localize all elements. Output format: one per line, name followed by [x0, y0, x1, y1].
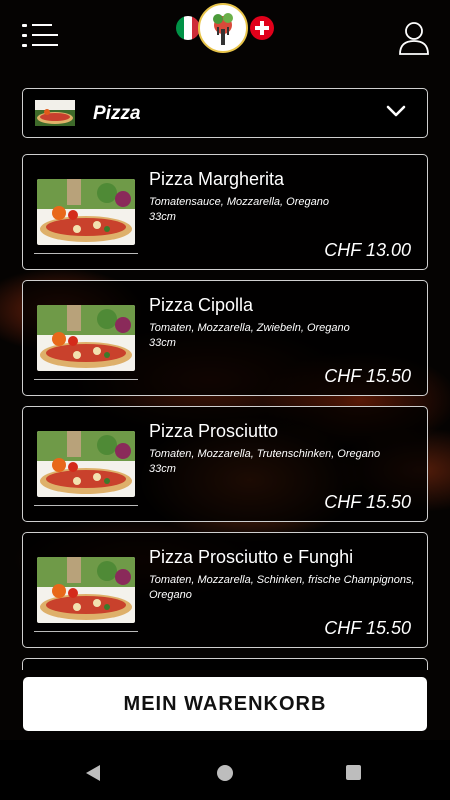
product-size: 33cm	[149, 337, 176, 349]
product-image	[37, 431, 135, 497]
product-price: CHF 15.50	[324, 618, 411, 638]
product-name: Pizza Margherita	[149, 169, 285, 189]
category-label: Pizza	[93, 103, 141, 124]
product-description: Tomaten, Mozzarella, Schinken, frische C…	[149, 573, 417, 603]
chevron-down-icon[interactable]	[386, 104, 406, 118]
category-dropdown[interactable]: Pizza	[22, 88, 428, 138]
product-description: Tomaten, Mozzarella, Zwiebeln, Oregano 33…	[149, 321, 417, 351]
product-price: CHF 13.00	[324, 240, 411, 260]
product-price: CHF 15.50	[324, 366, 411, 386]
switzerland-flag-icon[interactable]	[250, 16, 274, 40]
pizza-thumbnail-icon	[35, 100, 75, 126]
user-icon[interactable]	[398, 20, 430, 56]
home-circle-icon[interactable]	[217, 765, 233, 781]
product-card[interactable]: Pizza Cipolla Tomaten, Mozzarella, Zwiebe…	[22, 280, 428, 396]
product-price: CHF 15.50	[324, 492, 411, 512]
product-description: Tomaten, Mozzarella, Trutenschinken, Ore…	[149, 447, 417, 477]
product-card[interactable]: Pizza Prosciutto e Funghi Tomaten, Mozzar…	[22, 532, 428, 648]
product-name: Pizza Prosciutto e Funghi	[149, 547, 354, 567]
system-navigation-bar	[0, 740, 450, 800]
restaurant-logo-icon	[198, 3, 248, 53]
product-ingredients: Tomaten, Mozzarella, Trutenschinken, Ore…	[149, 448, 381, 460]
product-name: Pizza Prosciutto	[149, 421, 279, 441]
product-image	[37, 179, 135, 245]
cart-button[interactable]: MEIN WARENKORB	[23, 677, 427, 731]
back-triangle-icon[interactable]	[86, 765, 100, 781]
product-ingredients: Tomaten, Mozzarella, Zwiebeln, Oregano	[149, 322, 350, 334]
app-header	[0, 0, 450, 80]
product-card[interactable]: Pizza Prosciutto Tomaten, Mozzarella, Tru…	[22, 406, 428, 522]
next-product-card-partial[interactable]	[22, 658, 428, 670]
hamburger-menu-icon[interactable]	[22, 22, 60, 52]
product-name: Pizza Cipolla	[149, 295, 254, 315]
recent-apps-square-icon[interactable]	[346, 765, 361, 780]
image-underline-divider	[34, 505, 138, 506]
product-image	[37, 305, 135, 371]
italy-flag-icon[interactable]	[176, 16, 200, 40]
product-description: Tomatensauce, Mozzarella, Oregano 33cm	[149, 195, 417, 225]
image-underline-divider	[34, 631, 138, 632]
product-size: 33cm	[149, 463, 176, 475]
product-ingredients: Tomaten, Mozzarella, Schinken, frische C…	[149, 574, 415, 601]
product-size: 33cm	[149, 211, 176, 223]
product-card[interactable]: Pizza Margherita Tomatensauce, Mozzarella…	[22, 154, 428, 270]
image-underline-divider	[34, 253, 138, 254]
image-underline-divider	[34, 379, 138, 380]
product-image	[37, 557, 135, 623]
product-ingredients: Tomatensauce, Mozzarella, Oregano	[149, 196, 329, 208]
